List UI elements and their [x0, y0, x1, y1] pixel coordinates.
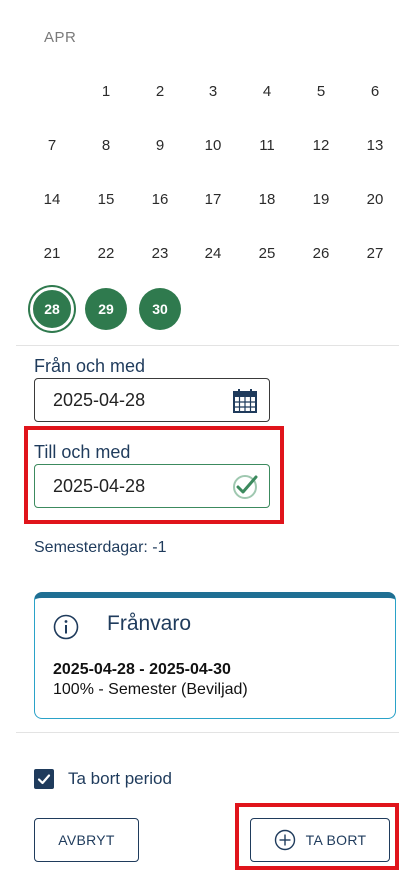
remove-period-label[interactable]: Ta bort period	[68, 769, 172, 789]
calendar-day-selected[interactable]: 29	[85, 288, 127, 330]
calendar-day[interactable]: 2	[142, 82, 178, 102]
check-valid-icon	[233, 475, 258, 499]
calendar-day[interactable]: 21	[34, 244, 70, 264]
absence-card: Frånvaro 2025-04-28 - 2025-04-30 100% - …	[34, 592, 396, 719]
calendar-day[interactable]: 16	[142, 190, 178, 210]
calendar-day[interactable]: 4	[249, 82, 285, 102]
calendar-day[interactable]: 5	[303, 82, 339, 102]
calendar-day[interactable]: 13	[357, 136, 393, 156]
remove-period-checkbox[interactable]	[34, 769, 54, 789]
calendar-day[interactable]: 20	[357, 190, 393, 210]
calendar-day[interactable]: 8	[88, 136, 124, 156]
calendar-day[interactable]: 27	[357, 244, 393, 264]
calendar-day[interactable]: 6	[357, 82, 393, 102]
calendar-day[interactable]: 3	[195, 82, 231, 102]
calendar-day[interactable]: 12	[303, 136, 339, 156]
remove-button[interactable]: TA BORT	[250, 818, 390, 862]
calendar-day[interactable]: 11	[249, 136, 285, 156]
cancel-button[interactable]: AVBRYT	[34, 818, 139, 862]
calendar-day[interactable]: 22	[88, 244, 124, 264]
info-icon	[53, 614, 79, 640]
calendar-icon[interactable]	[231, 387, 259, 415]
absence-detail: 100% - Semester (Beviljad)	[53, 681, 248, 698]
calendar-day[interactable]: 26	[303, 244, 339, 264]
cancel-button-label: AVBRYT	[58, 832, 115, 848]
calendar-day[interactable]: 19	[303, 190, 339, 210]
from-label: Från och med	[34, 356, 146, 376]
calendar-day[interactable]: 23	[142, 244, 178, 264]
calendar-day-selected[interactable]: 30	[139, 288, 181, 330]
absence-dates: 2025-04-28 - 2025-04-30	[53, 661, 231, 678]
to-label: Till och med	[34, 442, 131, 462]
divider	[16, 732, 399, 733]
calendar-day[interactable]: 18	[249, 190, 285, 210]
remove-period-row[interactable]: Ta bort period	[34, 765, 172, 793]
calendar-day[interactable]: 14	[34, 190, 70, 210]
checkmark-icon	[37, 774, 51, 785]
calendar-day[interactable]: 17	[195, 190, 231, 210]
absence-title: Frånvaro	[107, 612, 192, 635]
calendar-day[interactable]: 1	[88, 82, 124, 102]
vacation-days-text: Semesterdagar: -1	[34, 539, 167, 556]
remove-button-label: TA BORT	[305, 832, 367, 848]
calendar-day[interactable]: 25	[249, 244, 285, 264]
calendar-day-today-selected[interactable]: 28	[30, 287, 74, 331]
calendar-day[interactable]: 10	[195, 136, 231, 156]
plus-circle-icon	[274, 829, 295, 851]
calendar-day[interactable]: 15	[88, 190, 124, 210]
to-date-field[interactable]: 2025-04-28	[34, 464, 270, 508]
calendar-day[interactable]: 9	[142, 136, 178, 156]
divider	[16, 345, 399, 346]
from-date-field[interactable]: 2025-04-28	[34, 378, 270, 422]
month-label: APR	[44, 29, 77, 46]
calendar-day[interactable]: 7	[34, 136, 70, 156]
to-date-value[interactable]: 2025-04-28	[53, 476, 145, 497]
from-date-value[interactable]: 2025-04-28	[53, 390, 145, 411]
calendar-day[interactable]: 24	[195, 244, 231, 264]
